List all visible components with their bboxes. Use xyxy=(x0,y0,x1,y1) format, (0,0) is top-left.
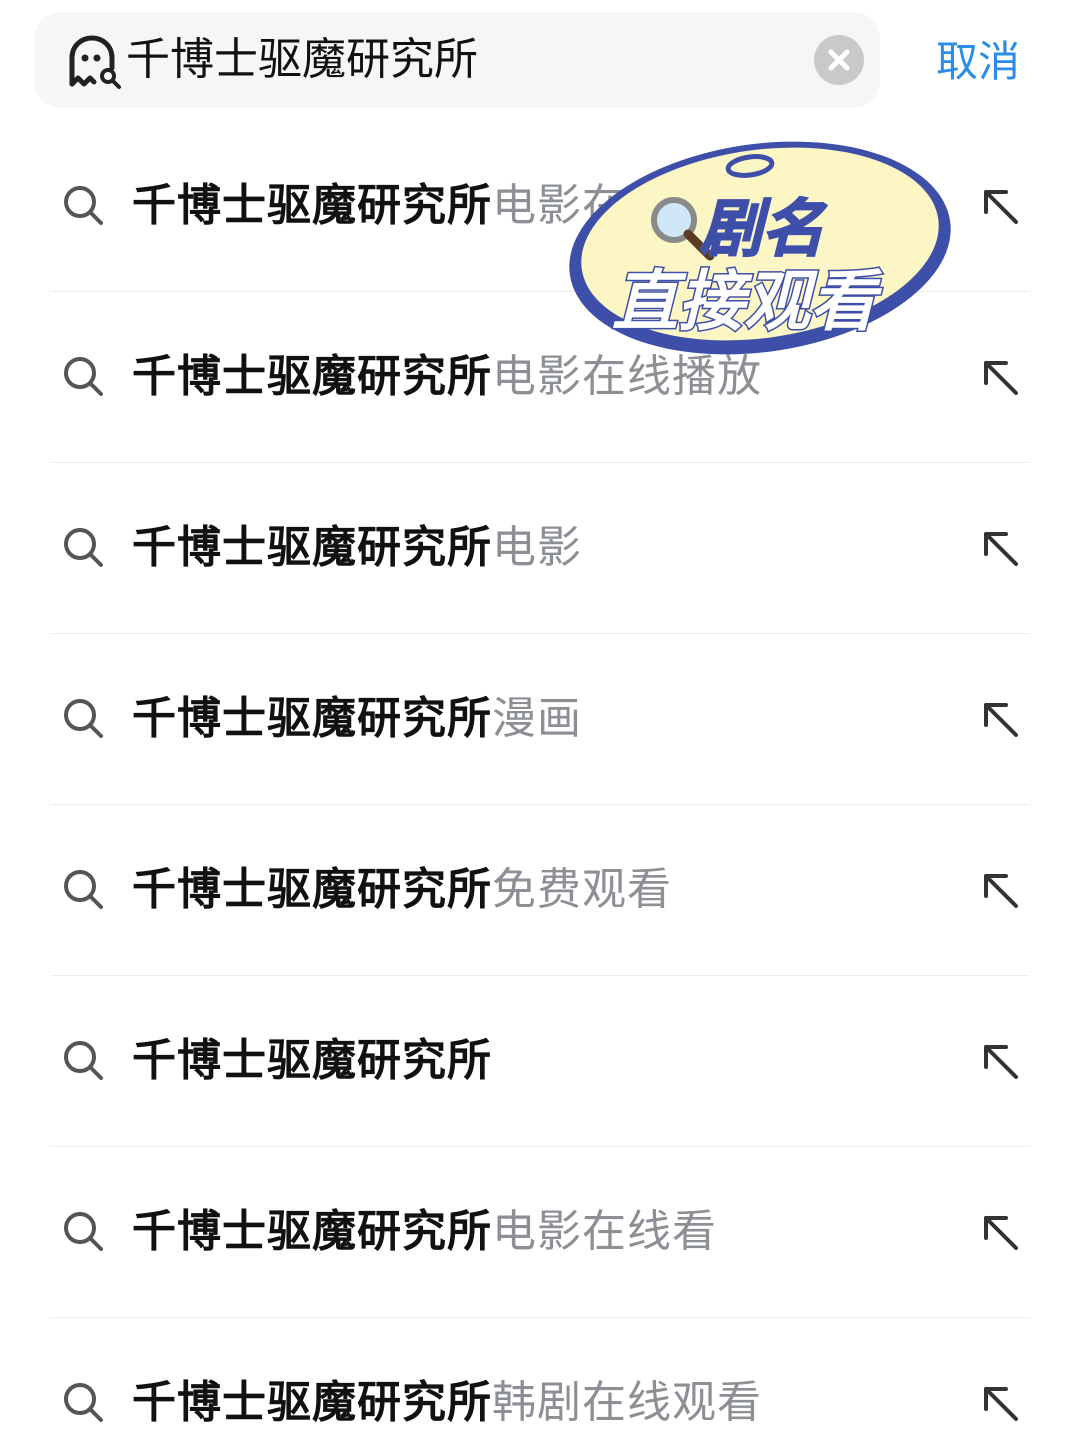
suggestion-completion: 漫画 xyxy=(492,693,582,744)
fill-query-arrow-icon[interactable] xyxy=(980,1212,1020,1252)
suggestion-row[interactable]: 千博士驱魔研究所电影在线看 xyxy=(0,1146,1080,1317)
search-icon xyxy=(64,357,103,396)
suggestion-completion: 电影 xyxy=(492,522,582,573)
suggestion-text: 千博士驱魔研究所电影 xyxy=(132,462,582,633)
search-icon xyxy=(64,1212,103,1251)
fill-query-arrow-icon[interactable] xyxy=(980,870,1020,910)
suggestion-completion: 韩剧在线观看 xyxy=(492,1377,762,1428)
suggestion-text: 千博士驱魔研究所韩剧在线观看 xyxy=(132,1317,762,1440)
fill-query-arrow-icon[interactable] xyxy=(980,1041,1020,1081)
suggestion-text: 千博士驱魔研究所电影在线看 xyxy=(132,1146,717,1317)
suggestion-query: 千博士驱魔研究所 xyxy=(132,1206,492,1257)
suggestion-query: 千博士驱魔研究所 xyxy=(132,864,492,915)
search-icon xyxy=(64,1383,103,1422)
suggestion-text: 千博士驱魔研究所 xyxy=(132,975,492,1146)
fill-query-arrow-icon[interactable] xyxy=(980,1383,1020,1423)
search-icon xyxy=(64,870,103,909)
suggestion-row[interactable]: 千博士驱魔研究所韩剧在线观看 xyxy=(0,1317,1080,1440)
fill-query-arrow-icon[interactable] xyxy=(980,186,1020,226)
suggestion-query: 千博士驱魔研究所 xyxy=(132,351,492,402)
ghost-search-icon xyxy=(69,35,121,89)
search-input[interactable]: 千博士驱魔研究所 xyxy=(126,12,806,108)
suggestion-row[interactable]: 千博士驱魔研究所电影 xyxy=(0,462,1080,633)
suggestion-completion: 电影在线看 xyxy=(492,1206,717,1257)
fill-query-arrow-icon[interactable] xyxy=(980,357,1020,397)
suggestion-row[interactable]: 千博士驱魔研究所免费观看 xyxy=(0,804,1080,975)
suggestion-query: 千博士驱魔研究所 xyxy=(132,522,492,573)
search-icon xyxy=(64,699,103,738)
search-icon xyxy=(64,1041,103,1080)
cancel-button[interactable]: 取消 xyxy=(936,14,1020,110)
search-icon xyxy=(64,528,103,567)
fill-query-arrow-icon[interactable] xyxy=(980,528,1020,568)
suggestion-query: 千博士驱魔研究所 xyxy=(132,180,492,231)
clear-button[interactable] xyxy=(814,35,864,85)
suggestion-row[interactable]: 千博士驱魔研究所漫画 xyxy=(0,633,1080,804)
suggestion-text: 千博士驱魔研究所免费观看 xyxy=(132,804,672,975)
close-icon xyxy=(828,49,850,71)
suggestion-text: 千博士驱魔研究所漫画 xyxy=(132,633,582,804)
search-suggestion-page: 千博士驱魔研究所 取消 千博士驱魔研究所电影在线播放千博士驱魔研究所电影在线播放… xyxy=(0,0,1080,1440)
search-icon xyxy=(64,186,103,225)
sticker-line2: 直接观看 xyxy=(611,262,878,342)
suggestion-query: 千博士驱魔研究所 xyxy=(132,1035,492,1086)
suggestion-query: 千博士驱魔研究所 xyxy=(132,693,492,744)
suggestion-query: 千博士驱魔研究所 xyxy=(132,1377,492,1428)
search-bar[interactable]: 千博士驱魔研究所 xyxy=(34,12,880,108)
sticker-badge: 剧名 直接观看 xyxy=(560,130,960,360)
suggestion-row[interactable]: 千博士驱魔研究所 xyxy=(0,975,1080,1146)
suggestion-completion: 免费观看 xyxy=(492,864,672,915)
fill-query-arrow-icon[interactable] xyxy=(980,699,1020,739)
